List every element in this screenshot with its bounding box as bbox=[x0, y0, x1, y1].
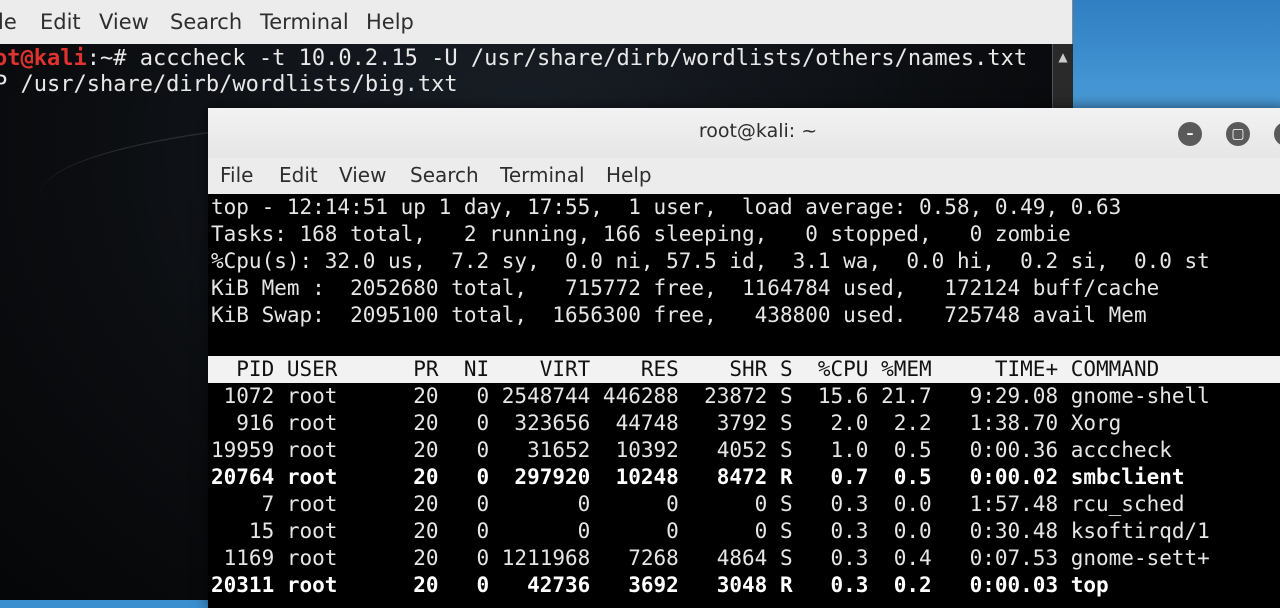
process-table-header: PID USER PR NI VIRT RES SHR S %CPU %MEM … bbox=[208, 356, 1280, 383]
process-row: 19959 root 20 0 31652 10392 4052 S 1.0 0… bbox=[211, 438, 1172, 462]
menu-search[interactable]: Search bbox=[410, 163, 479, 187]
process-row: 20764 root 20 0 297920 10248 8472 R 0.7 … bbox=[211, 465, 1185, 489]
terminal-output[interactable]: top - 12:14:51 up 1 day, 17:55, 1 user, … bbox=[208, 194, 1280, 608]
menu-terminal[interactable]: Terminal bbox=[500, 163, 585, 187]
back-menubar: le Edit View Search Terminal Help bbox=[0, 0, 1072, 45]
back-command-continuation: P /usr/share/dirb/wordlists/big.txt bbox=[0, 72, 458, 97]
menu-file[interactable]: File bbox=[220, 163, 253, 187]
process-row: 15 root 20 0 0 0 0 S 0.3 0.0 0:30.48 kso… bbox=[211, 519, 1210, 543]
desktop-background bbox=[1070, 0, 1280, 110]
menu-help[interactable]: Help bbox=[606, 163, 652, 187]
top-swap-line: KiB Swap: 2095100 total, 1656300 free, 4… bbox=[211, 303, 1147, 327]
back-menu-terminal[interactable]: Terminal bbox=[260, 10, 349, 34]
top-cpu-line: %Cpu(s): 32.0 us, 7.2 sy, 0.0 ni, 57.5 i… bbox=[211, 249, 1210, 273]
back-command-line: ot@kali:~# acccheck -t 10.0.2.15 -U /usr… bbox=[0, 46, 1027, 72]
scroll-up-icon[interactable]: ▲ bbox=[1053, 50, 1073, 64]
back-menu-help[interactable]: Help bbox=[366, 10, 414, 34]
process-row: 916 root 20 0 323656 44748 3792 S 2.0 2.… bbox=[211, 411, 1122, 435]
prompt-user: ot@kali bbox=[0, 46, 87, 71]
back-menu-view[interactable]: View bbox=[99, 10, 149, 34]
menu-edit[interactable]: Edit bbox=[279, 163, 318, 187]
titlebar[interactable]: root@kali: ~ – ▢ ✕ bbox=[208, 108, 1280, 159]
top-mem-line: KiB Mem : 2052680 total, 715772 free, 11… bbox=[211, 276, 1160, 300]
front-terminal-window[interactable]: root@kali: ~ – ▢ ✕ File Edit View Search… bbox=[208, 108, 1280, 608]
back-menu-file[interactable]: le bbox=[0, 10, 17, 34]
top-uptime-line: top - 12:14:51 up 1 day, 17:55, 1 user, … bbox=[211, 195, 1122, 219]
process-row: 1072 root 20 0 2548744 446288 23872 S 15… bbox=[211, 384, 1210, 408]
prompt-command: :~# acccheck -t 10.0.2.15 -U /usr/share/… bbox=[86, 46, 1028, 71]
back-menu-edit[interactable]: Edit bbox=[40, 10, 81, 34]
process-row: 1169 root 20 0 1211968 7268 4864 S 0.3 0… bbox=[211, 546, 1210, 570]
window-title: root@kali: ~ bbox=[698, 120, 818, 142]
back-menu-search[interactable]: Search bbox=[170, 10, 242, 34]
menubar: File Edit View Search Terminal Help bbox=[208, 158, 1280, 195]
top-tasks-line: Tasks: 168 total, 2 running, 166 sleepin… bbox=[211, 222, 1071, 246]
process-row: 20311 root 20 0 42736 3692 3048 R 0.3 0.… bbox=[211, 573, 1109, 597]
process-row: 7 root 20 0 0 0 0 S 0.3 0.0 1:57.48 rcu_… bbox=[211, 492, 1185, 516]
minimize-icon[interactable]: – bbox=[1178, 122, 1202, 146]
menu-view[interactable]: View bbox=[339, 163, 386, 187]
process-header-text: PID USER PR NI VIRT RES SHR S %CPU %MEM … bbox=[211, 357, 1160, 381]
maximize-icon[interactable]: ▢ bbox=[1226, 122, 1250, 146]
